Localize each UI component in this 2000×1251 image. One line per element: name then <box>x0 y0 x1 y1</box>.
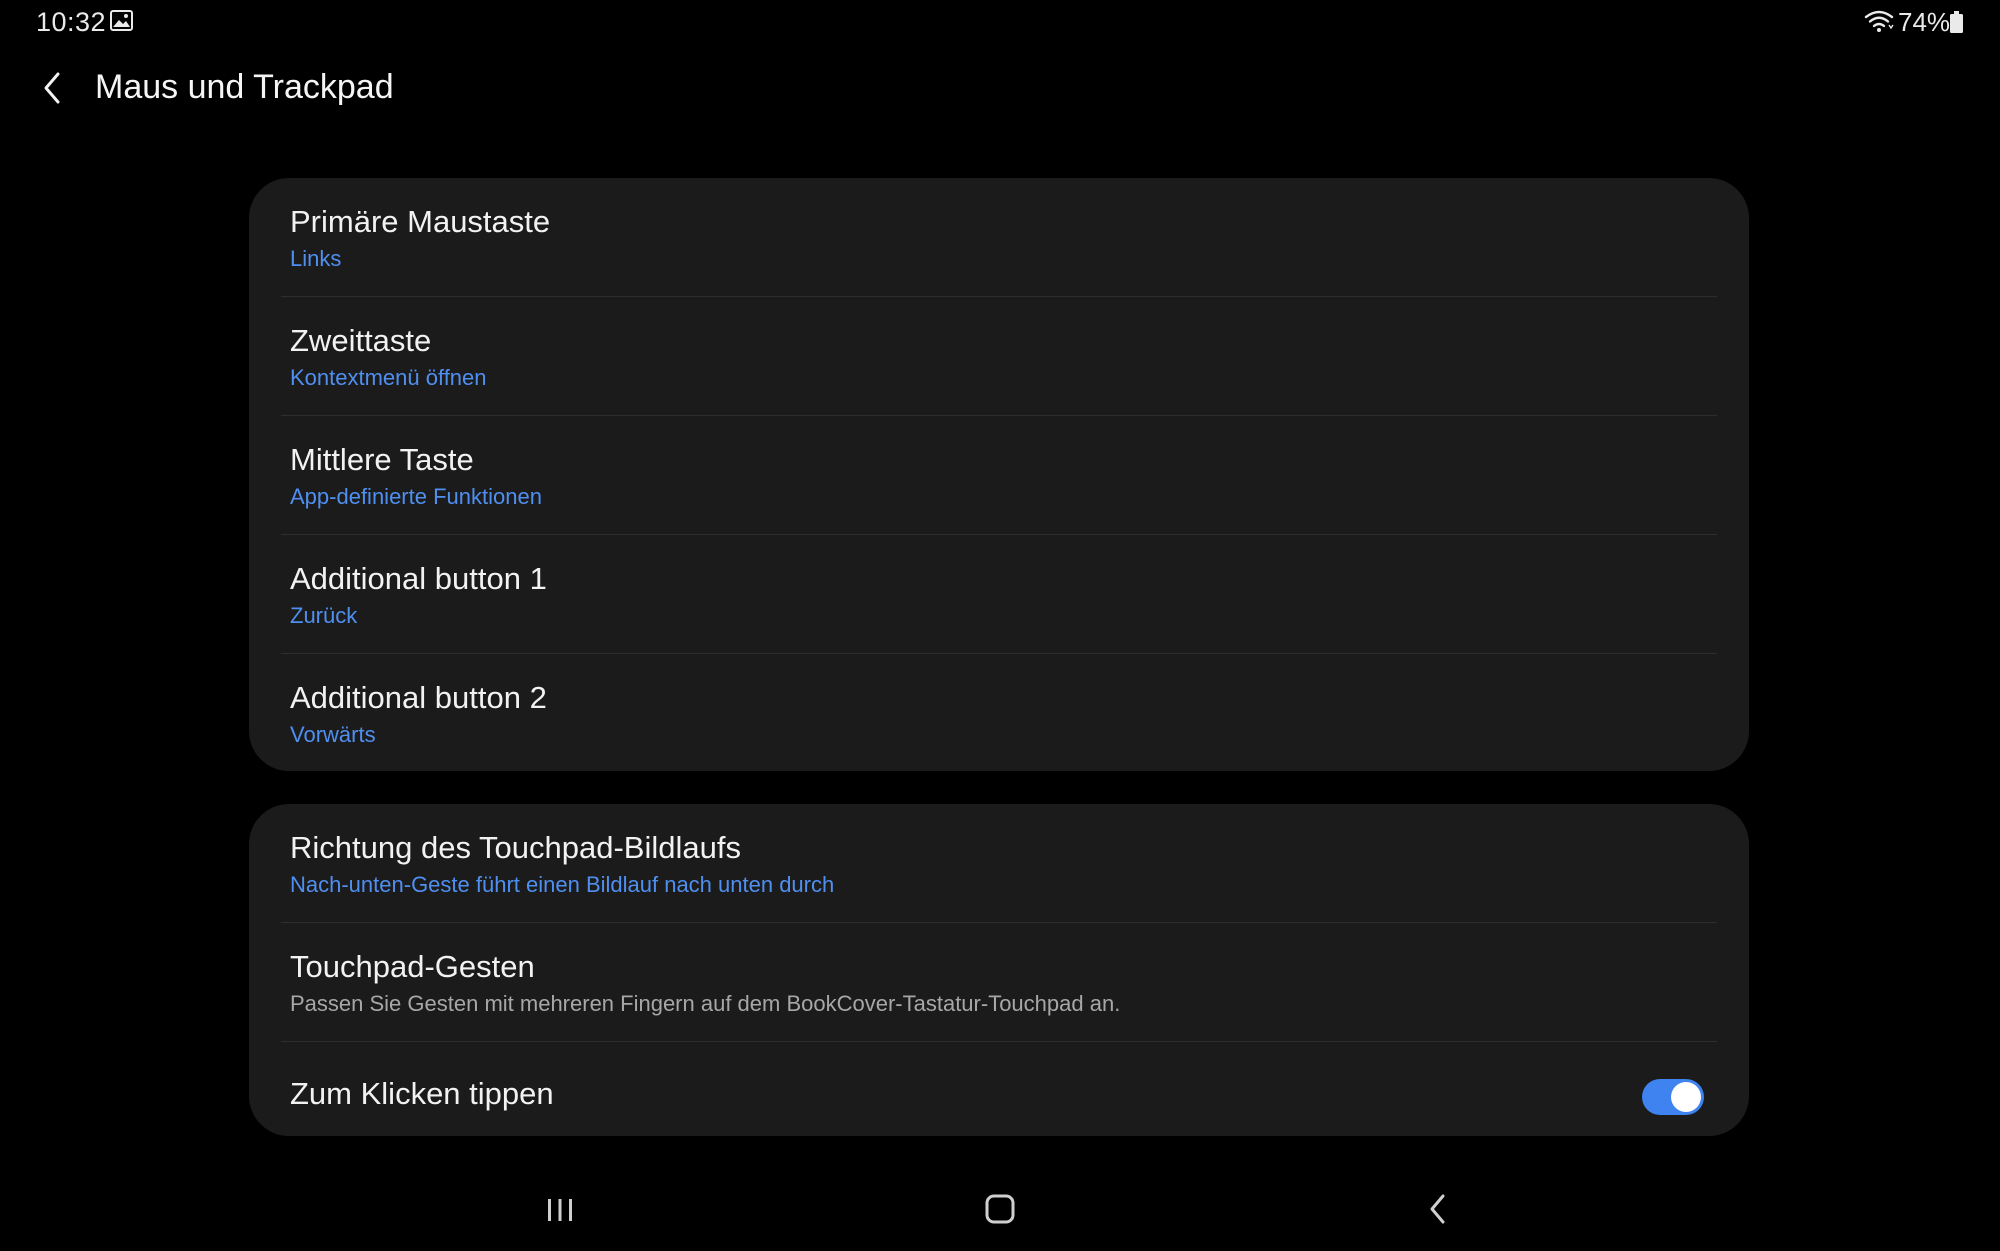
recents-icon[interactable] <box>530 1188 590 1232</box>
setting-title: Touchpad-Gesten <box>290 949 535 984</box>
setting-title: Zweittaste <box>290 323 432 358</box>
setting-value: Nach-unten-Geste führt einen Bildlauf na… <box>290 872 835 897</box>
setting-touchpad-scroll-direction[interactable]: Richtung des Touchpad-Bildlaufs Nach-unt… <box>249 804 1749 922</box>
setting-primary-mouse-button[interactable]: Primäre Maustaste Links <box>249 178 1749 296</box>
page-title: Maus und Trackpad <box>95 68 394 106</box>
setting-title: Richtung des Touchpad-Bildlaufs <box>290 830 741 865</box>
gallery-icon <box>110 10 133 31</box>
app-header: Maus und Trackpad <box>0 56 2000 120</box>
tap-to-click-toggle[interactable] <box>1642 1079 1704 1115</box>
setting-title: Additional button 2 <box>290 680 547 715</box>
setting-tap-to-click[interactable]: Zum Klicken tippen <box>249 1042 1749 1136</box>
mouse-buttons-card: Primäre Maustaste Links Zweittaste Konte… <box>249 178 1749 771</box>
setting-middle-button[interactable]: Mittlere Taste App-definierte Funktionen <box>249 416 1749 534</box>
setting-description: Passen Sie Gesten mit mehreren Fingern a… <box>290 991 1121 1016</box>
back-icon[interactable] <box>1408 1188 1468 1232</box>
navigation-bar <box>0 1170 2000 1251</box>
home-icon[interactable] <box>970 1188 1030 1232</box>
setting-value: Vorwärts <box>290 722 376 747</box>
chevron-left-icon[interactable] <box>36 68 70 108</box>
battery-percent: 74% <box>1898 7 1951 37</box>
setting-value: Zurück <box>290 603 358 628</box>
setting-touchpad-gestures[interactable]: Touchpad-Gesten Passen Sie Gesten mit me… <box>249 923 1749 1041</box>
wifi-icon <box>1864 10 1894 32</box>
toggle-knob <box>1671 1082 1701 1112</box>
battery-icon <box>1950 11 1963 33</box>
setting-value: App-definierte Funktionen <box>290 484 542 509</box>
status-bar: 10:32 74% <box>0 0 2000 46</box>
setting-title: Mittlere Taste <box>290 442 474 477</box>
setting-value: Kontextmenü öffnen <box>290 365 487 390</box>
status-time: 10:32 <box>36 7 107 37</box>
setting-title: Primäre Maustaste <box>290 204 551 239</box>
setting-title: Zum Klicken tippen <box>290 1076 554 1111</box>
setting-secondary-button[interactable]: Zweittaste Kontextmenü öffnen <box>249 297 1749 415</box>
setting-additional-button-2[interactable]: Additional button 2 Vorwärts <box>249 654 1749 771</box>
setting-value: Links <box>290 246 342 271</box>
touchpad-card: Richtung des Touchpad-Bildlaufs Nach-unt… <box>249 804 1749 1136</box>
setting-title: Additional button 1 <box>290 561 547 596</box>
setting-additional-button-1[interactable]: Additional button 1 Zurück <box>249 535 1749 653</box>
